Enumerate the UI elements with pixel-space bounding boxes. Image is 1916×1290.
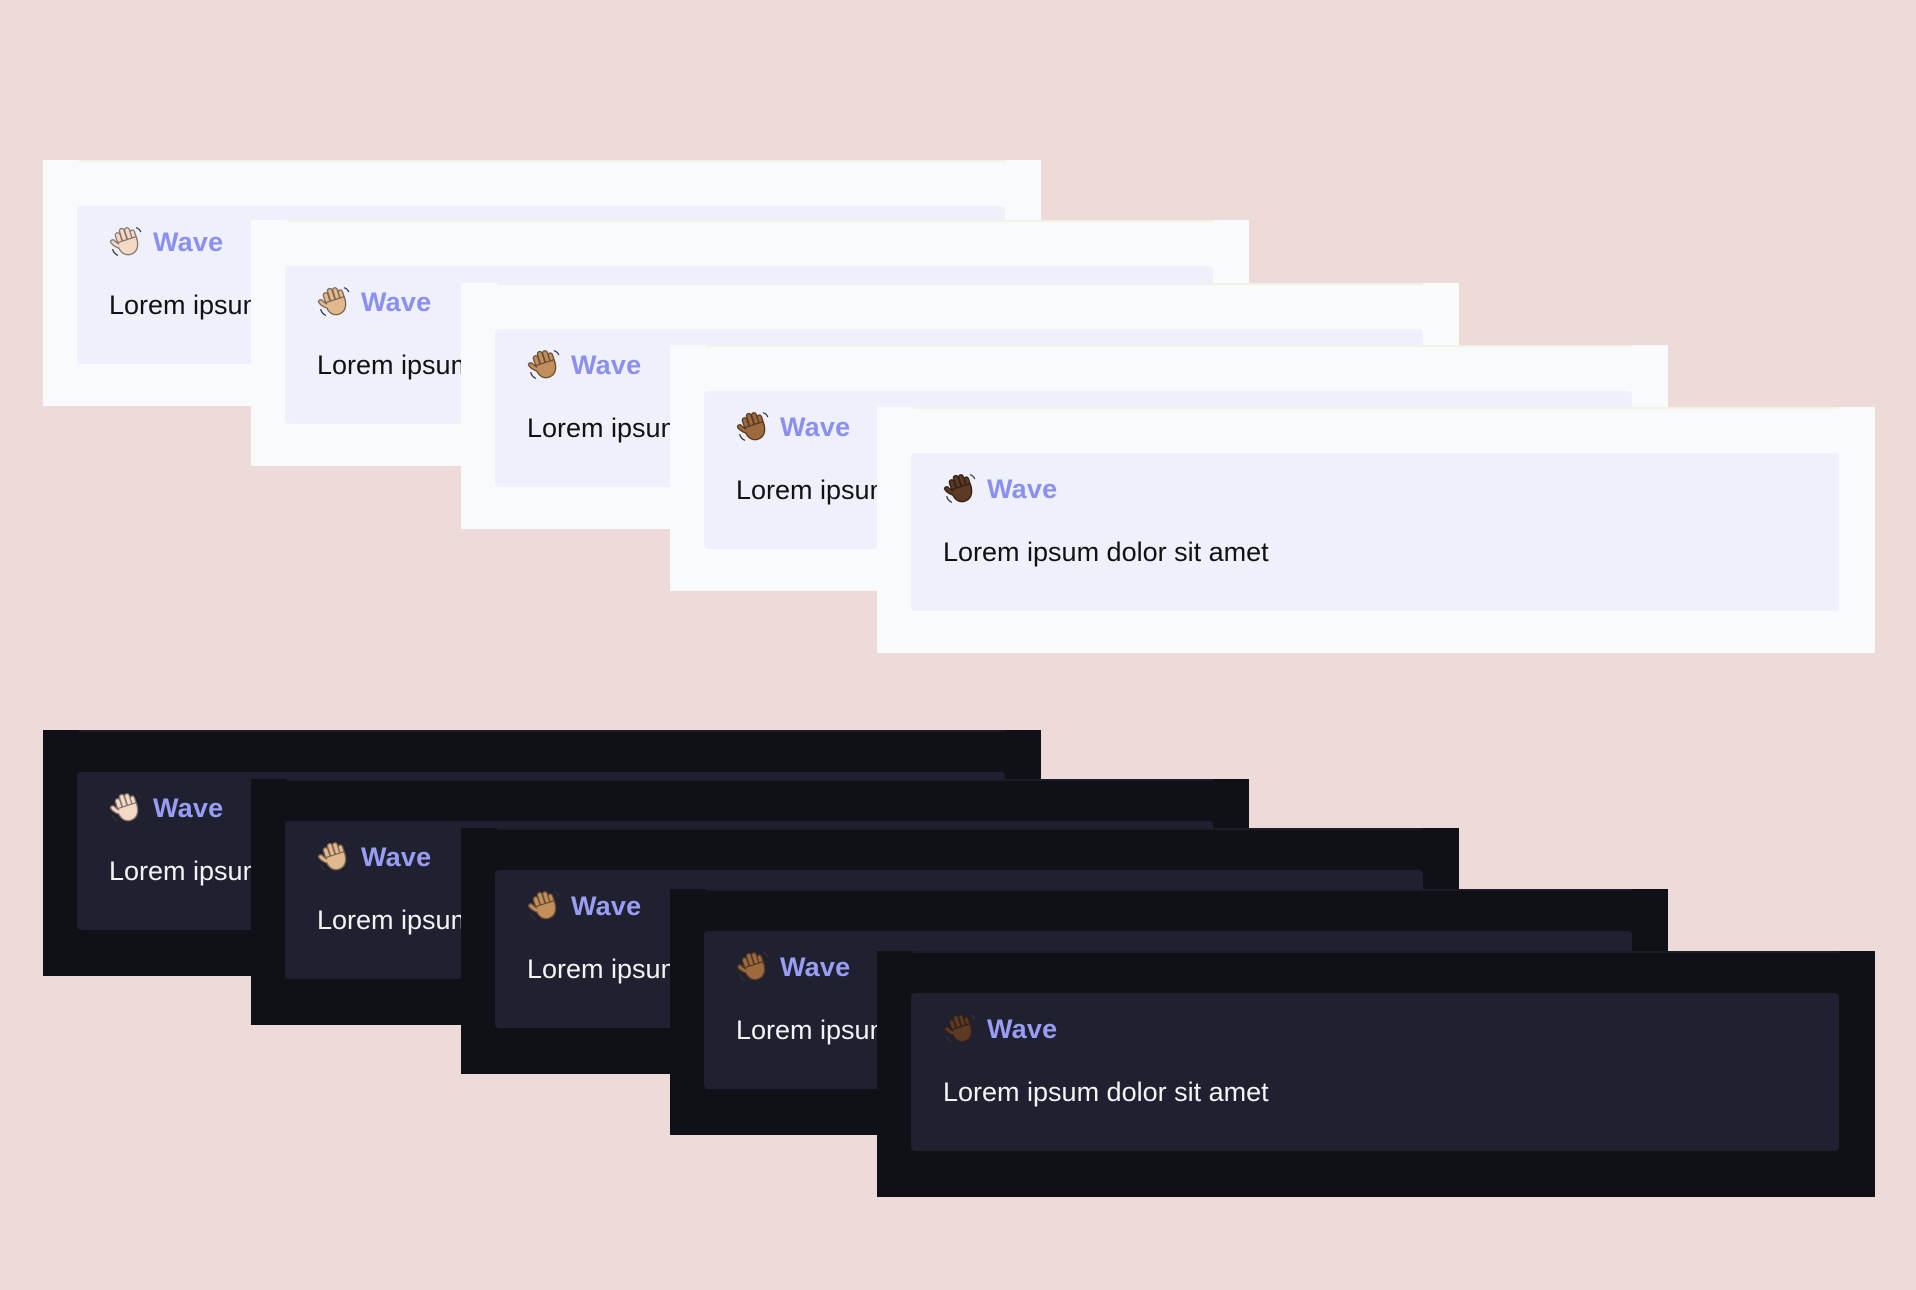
card-header: Wave [109,788,223,828]
card-title: Wave [780,411,851,442]
card-header: Wave [943,1009,1057,1049]
card-title: Wave [987,1013,1058,1044]
card-body-text: Lorem ipsum dolor sit amet [943,1077,1269,1107]
card-title: Wave [780,951,851,982]
waving-hand-icon [736,950,770,984]
waving-hand-icon [943,1012,977,1046]
card-header: Wave [527,886,641,926]
waving-hand-icon [736,410,770,444]
card-title: Wave [153,226,224,257]
card-header: Wave [943,469,1057,509]
card-header: Wave [736,947,850,987]
wave-card: Wave Lorem ipsum dolor sit amet [911,453,1839,611]
card-title: Wave [987,473,1058,504]
card-title: Wave [361,286,432,317]
waving-hand-icon [527,348,561,382]
waving-hand-icon [317,840,351,874]
card-header: Wave [317,282,431,322]
light-preview-frame-5: Wave Lorem ipsum dolor sit amet [877,407,1875,653]
card-title: Wave [571,890,642,921]
dark-preview-frame-5: Wave Lorem ipsum dolor sit amet [877,951,1875,1197]
card-header: Wave [317,837,431,877]
card-title: Wave [571,349,642,380]
card-body-text: Lorem ipsum dolor sit amet [943,537,1269,567]
wave-card: Wave Lorem ipsum dolor sit amet [911,993,1839,1151]
card-header: Wave [527,345,641,385]
waving-hand-icon [527,889,561,923]
card-header: Wave [109,222,223,262]
card-title: Wave [153,792,224,823]
waving-hand-icon [943,472,977,506]
waving-hand-icon [109,791,143,825]
card-header: Wave [736,407,850,447]
waving-hand-icon [109,225,143,259]
card-title: Wave [361,841,432,872]
waving-hand-icon [317,285,351,319]
